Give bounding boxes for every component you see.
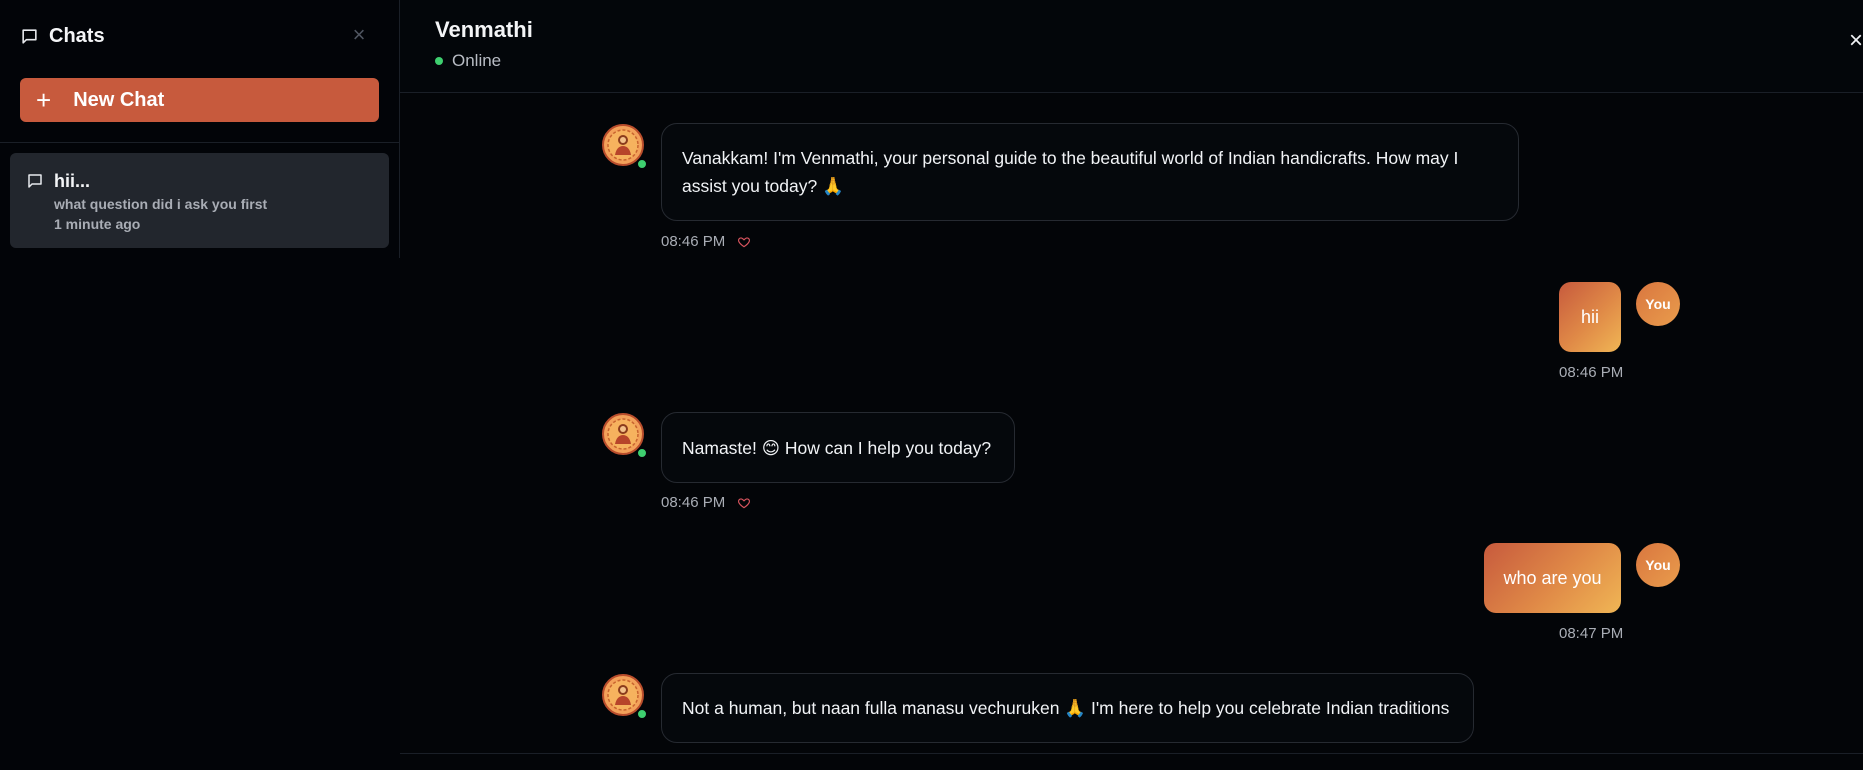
close-chat-icon[interactable]: ×: [1843, 28, 1863, 54]
conversation-item[interactable]: hii... what question did i ask you first…: [10, 153, 389, 248]
conversation-time: 1 minute ago: [54, 216, 141, 232]
user-message-text: hii: [1580, 306, 1599, 327]
chat-header: Venmathi Online ×: [400, 0, 1863, 93]
online-status: Online: [435, 51, 501, 71]
input-divider: [400, 753, 1863, 754]
sidebar-divider: [0, 142, 400, 143]
chat-panel: Venmathi Online × Vanakkam! I'm Venmathi…: [400, 0, 1863, 770]
message-line: assist you today? 🙏: [682, 176, 844, 196]
user-message-bubble: who are you: [1484, 543, 1621, 613]
conversation-preview: what question did i ask you first: [54, 196, 268, 212]
user-avatar: You: [1636, 543, 1680, 587]
chat-bubble-icon: [26, 172, 44, 190]
avatar-online-dot: [636, 158, 648, 170]
conversation-title: hii...: [54, 171, 90, 191]
bot-message-bubble: Not a human, but naan fulla manasu vechu…: [661, 673, 1474, 743]
user-avatar: You: [1636, 282, 1680, 326]
sidebar-title: Chats: [49, 24, 105, 47]
bot-message-text: Vanakkam! I'm Venmathi, your personal gu…: [682, 144, 1458, 200]
status-text: Online: [452, 51, 502, 70]
bot-message-bubble: Namaste! 😊 How can I help you today?: [661, 412, 1015, 483]
message-time: 08:47 PM: [1559, 625, 1624, 642]
bot-name: Venmathi: [435, 17, 533, 42]
sidebar-close-icon[interactable]: ×: [348, 24, 370, 46]
plus-icon: +: [36, 85, 52, 115]
message-meta: 08:46 PM: [661, 233, 751, 250]
user-message-text: who are you: [1503, 567, 1602, 588]
avatar-online-dot: [636, 708, 648, 720]
status-dot: [435, 57, 443, 65]
message-line: Vanakkam! I'm Venmathi, your personal gu…: [682, 148, 1459, 168]
sidebar: Chats × + New Chat hii... what question …: [0, 0, 400, 770]
user-message-bubble: hii: [1559, 282, 1621, 352]
message-time: 08:46 PM: [1559, 364, 1624, 381]
bot-message-bubble: Vanakkam! I'm Venmathi, your personal gu…: [661, 123, 1519, 221]
new-chat-label: New Chat: [73, 88, 165, 111]
sidebar-header: Chats ×: [20, 22, 370, 50]
message-line: Namaste! 😊 How can I help you today?: [682, 437, 992, 458]
message-time: 08:46 PM: [661, 233, 726, 250]
message-line: Not a human, but naan fulla manasu vechu…: [682, 698, 1450, 718]
message-time: 08:46 PM: [661, 494, 726, 511]
heart-icon[interactable]: [737, 235, 751, 249]
heart-icon[interactable]: [737, 496, 751, 510]
chat-bubble-icon: [20, 27, 39, 46]
app-root: Chats × + New Chat hii... what question …: [0, 0, 1863, 770]
new-chat-button[interactable]: + New Chat: [20, 78, 379, 122]
avatar-online-dot: [636, 447, 648, 459]
message-meta: 08:46 PM: [661, 494, 751, 511]
